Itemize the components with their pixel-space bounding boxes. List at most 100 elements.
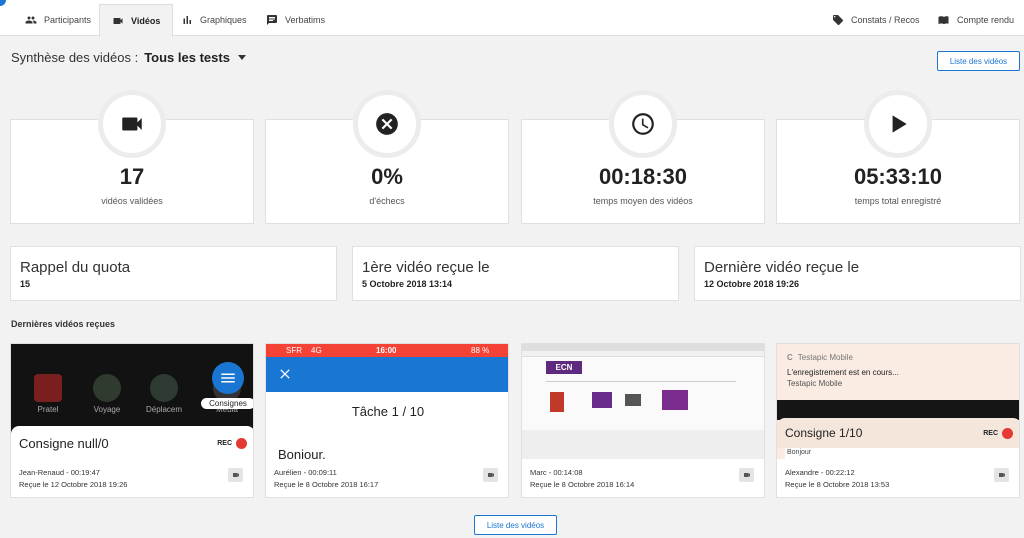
tab-participants[interactable]: Participants bbox=[25, 4, 91, 36]
app-icon: Pratel bbox=[31, 374, 65, 414]
info-quota: Rappel du quota 15 bbox=[10, 246, 337, 301]
videocam-icon bbox=[487, 473, 494, 477]
received-date: Reçue le 8 Octobre 2018 16:14 bbox=[530, 480, 635, 489]
consigne-overlay: Consigne 1/10 REC bbox=[777, 418, 1019, 448]
chevron-down-icon[interactable] bbox=[237, 55, 246, 60]
video-list-button-bottom[interactable]: Liste des vidéos bbox=[474, 515, 557, 535]
consignes-label: Consignes bbox=[201, 398, 253, 409]
received-date: Reçue le 12 Octobre 2018 19:26 bbox=[19, 480, 128, 489]
stat-value: 0% bbox=[371, 164, 403, 189]
phone-status-bar: SFR 4G 16:00 88 % bbox=[266, 344, 508, 357]
screen-dark-area bbox=[777, 400, 1019, 420]
video-meta: Aurélien - 00:09:11 Reçue le 8 Octobre 2… bbox=[274, 467, 378, 491]
participant-name: Marc bbox=[530, 468, 547, 477]
clock-icon bbox=[632, 113, 654, 135]
video-meta: Jean-Renaud - 00:19:47 Reçue le 12 Octob… bbox=[19, 467, 127, 491]
tab-videos[interactable]: Vidéos bbox=[99, 4, 174, 37]
stat-label: d'échecs bbox=[369, 196, 405, 206]
notification-app: C Testapic Mobile bbox=[787, 353, 853, 362]
people-icon bbox=[25, 16, 37, 24]
stat-icon-ring bbox=[353, 90, 421, 158]
browser-tabs bbox=[522, 344, 764, 351]
tab-label: Verbatims bbox=[285, 15, 326, 25]
info-last-video: Dernière vidéo reçue le 12 Octobre 2018 … bbox=[694, 246, 1021, 301]
rec-indicator: REC bbox=[217, 437, 247, 449]
video-play-button[interactable] bbox=[228, 468, 243, 482]
consigne-text: Consigne 1/10 bbox=[785, 426, 863, 440]
top-navigation: Participants Vidéos Graphiques Verbatims… bbox=[0, 0, 1024, 37]
stat-icon-ring bbox=[864, 90, 932, 158]
videocam-icon bbox=[998, 473, 1005, 477]
corner-badge bbox=[0, 0, 6, 6]
comment-icon bbox=[267, 15, 277, 25]
video-thumbnail[interactable]: SFR 4G 16:00 88 % Tâche 1 / 10 Bonjour, bbox=[266, 344, 508, 459]
record-icon bbox=[236, 437, 247, 449]
consigne-text: Consigne null/0 bbox=[19, 435, 109, 451]
stat-value: 05:33:10 bbox=[853, 164, 943, 189]
book-icon bbox=[938, 16, 949, 25]
tab-graphiques[interactable]: Graphiques bbox=[181, 4, 247, 36]
tab-label: Constats / Recos bbox=[851, 15, 920, 25]
tab-compte-rendu[interactable]: Compte rendu bbox=[938, 4, 1014, 36]
video-card[interactable]: SFR 4G 16:00 88 % Tâche 1 / 10 Bonjour, … bbox=[265, 343, 509, 498]
stat-value: 00:18:30 bbox=[598, 164, 688, 189]
stat-card-validated: 17 vidéos validées bbox=[10, 90, 254, 224]
stat-label: temps moyen des vidéos bbox=[593, 196, 693, 206]
product-image bbox=[592, 392, 612, 408]
rec-indicator: REC bbox=[983, 427, 1013, 439]
product-image bbox=[662, 390, 688, 410]
tag-icon bbox=[833, 15, 843, 25]
received-date: Reçue le 8 Octobre 2018 13:53 bbox=[785, 480, 890, 489]
videocam-icon bbox=[232, 473, 239, 477]
synthesis-filter: Synthèse des vidéos : Tous les tests bbox=[11, 50, 246, 65]
info-title: Rappel du quota bbox=[20, 259, 131, 276]
participant-name: Alexandre bbox=[785, 468, 819, 477]
tab-label: Vidéos bbox=[131, 16, 161, 26]
page-footer bbox=[522, 430, 764, 459]
video-card[interactable]: C Testapic Mobile L'enregistrement est en… bbox=[776, 343, 1020, 498]
video-play-button[interactable] bbox=[994, 468, 1009, 482]
peek-text: Bonjour bbox=[785, 448, 1019, 459]
video-meta: Alexandre - 00:22:12 Reçue le 8 Octobre … bbox=[785, 467, 889, 491]
tab-constats[interactable]: Constats / Recos bbox=[832, 4, 920, 36]
video-card[interactable]: Pratel Voyage Déplacem Média Consignes C… bbox=[10, 343, 254, 498]
stat-card-failures: 0% d'échecs bbox=[265, 90, 509, 224]
videocam-icon bbox=[743, 473, 750, 477]
video-play-button[interactable] bbox=[739, 468, 754, 482]
info-value: 5 Octobre 2018 13:14 bbox=[362, 279, 453, 289]
record-icon bbox=[1002, 427, 1013, 439]
video-duration: - 00:09:11 bbox=[301, 468, 337, 477]
stat-icon-ring bbox=[98, 90, 166, 158]
videocam-icon bbox=[122, 117, 142, 131]
video-duration: - 00:14:08 bbox=[546, 468, 583, 477]
app-logo-icon: C bbox=[787, 353, 793, 362]
video-list-button-top[interactable]: Liste des vidéos bbox=[937, 51, 1020, 71]
info-title: 1ère vidéo reçue le bbox=[362, 259, 490, 276]
tab-label: Compte rendu bbox=[957, 15, 1015, 25]
stat-icon-ring bbox=[609, 90, 677, 158]
phone-header bbox=[266, 357, 508, 392]
tab-label: Graphiques bbox=[200, 15, 247, 25]
site-logo: ECN bbox=[546, 361, 582, 374]
app-icon: Déplacem bbox=[142, 374, 186, 414]
product-image bbox=[550, 392, 564, 412]
greeting-text: Bonjour, bbox=[278, 447, 326, 459]
synthesis-label: Synthèse des vidéos : bbox=[11, 50, 139, 65]
section-title: Dernières vidéos reçues bbox=[11, 319, 116, 329]
stat-value: 17 bbox=[119, 164, 145, 189]
video-play-button[interactable] bbox=[483, 468, 498, 482]
received-date: Reçue le 8 Octobre 2018 16:17 bbox=[274, 480, 379, 489]
video-thumbnail[interactable]: C Testapic Mobile L'enregistrement est en… bbox=[777, 344, 1019, 459]
test-selector[interactable]: Tous les tests bbox=[144, 50, 230, 65]
info-title: Dernière vidéo reçue le bbox=[704, 259, 860, 276]
tab-verbatims[interactable]: Verbatims bbox=[266, 4, 325, 36]
video-thumbnail[interactable]: Pratel Voyage Déplacem Média Consignes C… bbox=[11, 344, 253, 459]
video-thumbnail[interactable]: ECN bbox=[522, 344, 764, 459]
close-icon bbox=[280, 369, 290, 379]
info-first-video: 1ère vidéo reçue le 5 Octobre 2018 13:14 bbox=[352, 246, 679, 301]
video-card[interactable]: ECN Marc - 00:14:08 Reçue le 8 Octobre 2… bbox=[521, 343, 765, 498]
notification-subtext: Testapic Mobile bbox=[787, 379, 843, 388]
consigne-overlay: Consigne null/0 REC bbox=[11, 426, 253, 459]
play-icon bbox=[892, 115, 907, 133]
stat-card-total: 05:33:10 temps total enregistré bbox=[776, 90, 1020, 224]
